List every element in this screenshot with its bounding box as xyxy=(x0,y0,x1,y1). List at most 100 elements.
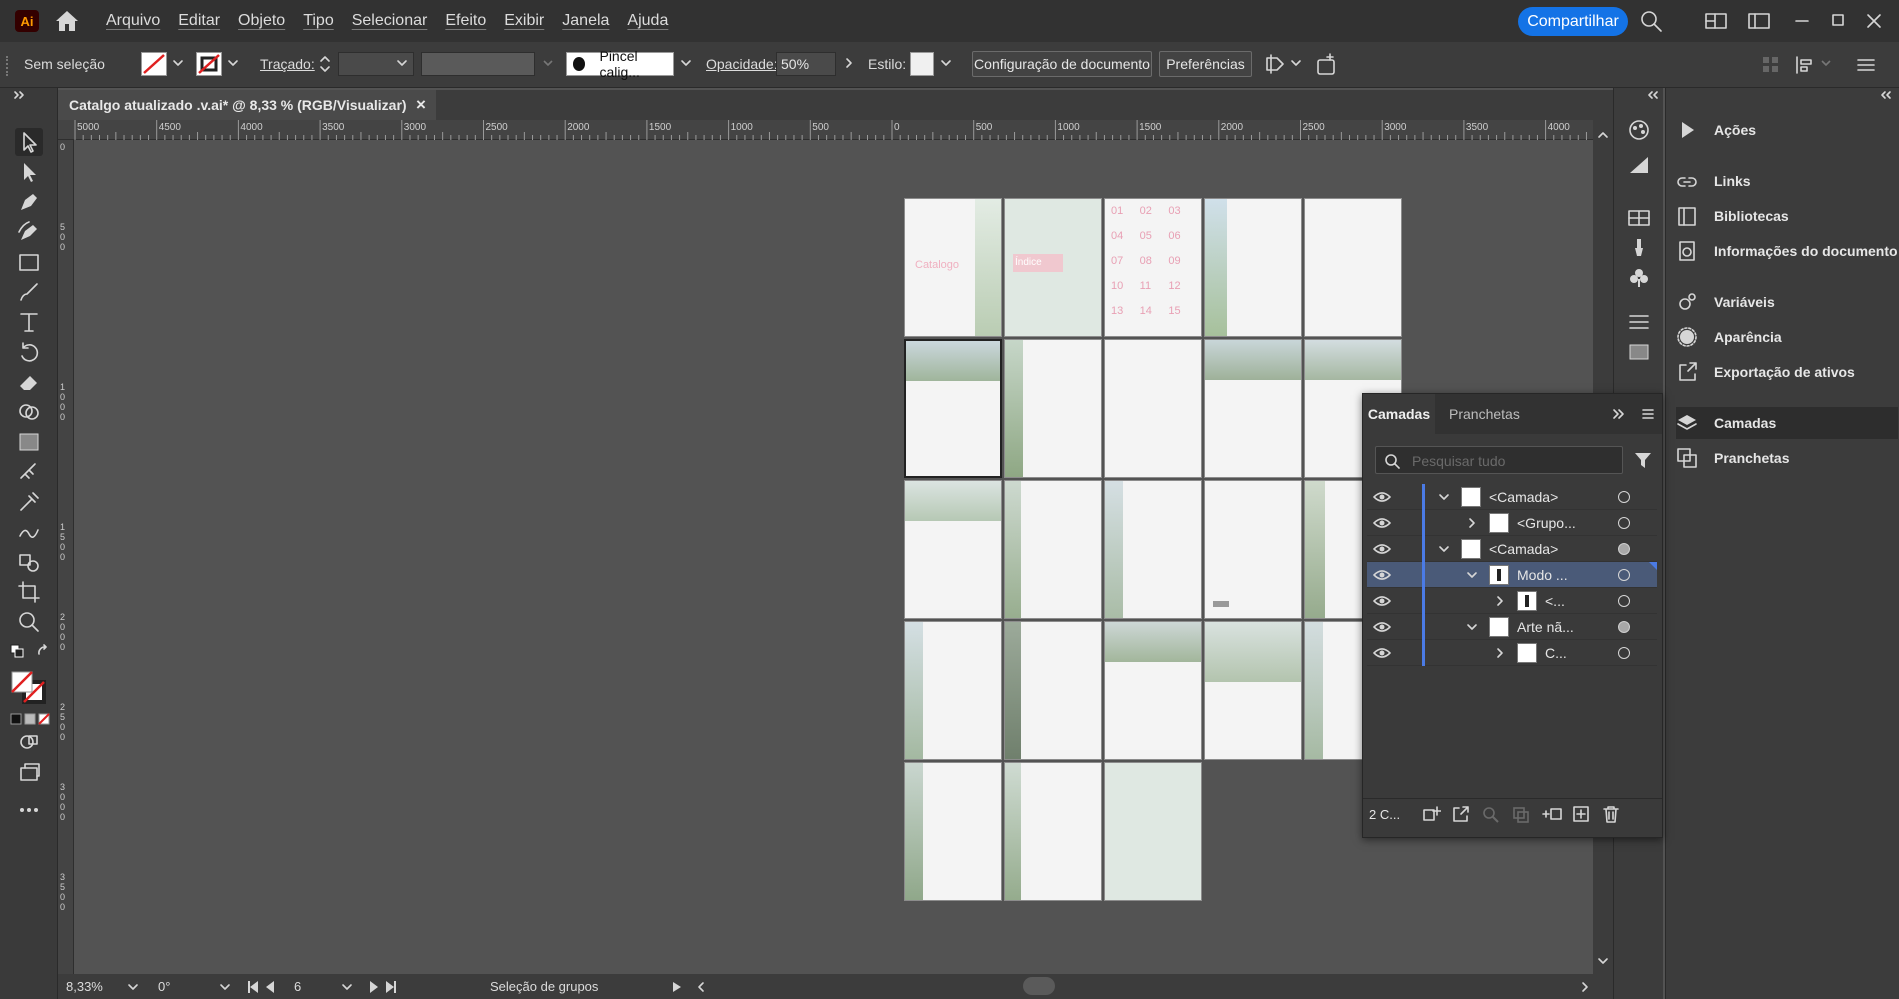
collapse-icon[interactable] xyxy=(1647,90,1659,100)
horizontal-scrollbar-thumb[interactable] xyxy=(1023,977,1055,995)
workspace-icon[interactable] xyxy=(1704,9,1728,33)
type-tool-icon[interactable] xyxy=(15,308,43,336)
more-tools-icon[interactable] xyxy=(15,796,43,824)
layer-row-selected[interactable]: Modo ... xyxy=(1367,562,1657,588)
pen-tool-icon[interactable] xyxy=(15,188,43,216)
scroll-left-icon[interactable] xyxy=(694,980,708,994)
close-window-icon[interactable] xyxy=(1862,9,1886,33)
fill-swatch[interactable] xyxy=(141,52,167,76)
target-circle[interactable] xyxy=(1618,621,1630,633)
artboard-tool-icon[interactable] xyxy=(15,578,43,606)
document-tab[interactable]: Catalgo atualizado .v.ai* @ 8,33 % (RGB/… xyxy=(58,90,436,120)
scroll-up-icon[interactable] xyxy=(1596,128,1610,142)
maximize-icon[interactable] xyxy=(1826,9,1850,33)
zoom-tool-icon[interactable] xyxy=(15,608,43,636)
menu-objeto[interactable]: Objeto xyxy=(238,12,285,30)
menu-arquivo[interactable]: Arquivo xyxy=(106,12,160,30)
gradient-panel-icon[interactable] xyxy=(1626,340,1652,364)
target-circle[interactable] xyxy=(1618,569,1630,581)
target-circle[interactable] xyxy=(1618,543,1630,555)
artboard-page-4[interactable] xyxy=(1204,198,1302,337)
panel-bibliotecas[interactable]: Bibliotecas xyxy=(1676,200,1898,232)
artboard-back-cover[interactable] xyxy=(1104,762,1202,901)
swap-colors-icon[interactable] xyxy=(36,644,50,658)
chevron-down-icon[interactable] xyxy=(395,56,409,70)
layer-row[interactable]: <Camada> xyxy=(1367,484,1657,510)
artboard-page-8[interactable] xyxy=(1104,339,1202,478)
layer-row[interactable]: <Camada> xyxy=(1367,536,1657,562)
paintbrush-tool-icon[interactable] xyxy=(15,278,43,306)
opacity-input[interactable]: 50% xyxy=(776,52,836,76)
menu-tipo[interactable]: Tipo xyxy=(303,12,334,30)
new-layer-icon[interactable] xyxy=(1571,805,1591,823)
close-tab-icon[interactable]: × xyxy=(416,95,426,115)
home-icon[interactable] xyxy=(54,9,80,33)
minimize-icon[interactable] xyxy=(1790,9,1814,33)
color-mode-icons[interactable] xyxy=(10,713,50,725)
panel-variaveis[interactable]: Variáveis xyxy=(1676,286,1898,318)
rectangle-tool-icon[interactable] xyxy=(15,248,43,276)
share-button[interactable]: Compartilhar xyxy=(1518,7,1628,36)
eraser-tool-icon[interactable] xyxy=(15,368,43,396)
target-circle[interactable] xyxy=(1618,595,1630,607)
artboard-cover[interactable]: Catalogo xyxy=(904,198,1002,337)
artboard-page-22[interactable] xyxy=(1004,762,1102,901)
panel-camadas[interactable]: Camadas xyxy=(1676,407,1898,439)
scroll-right-icon[interactable] xyxy=(1578,980,1592,994)
tab-camadas[interactable]: Camadas xyxy=(1363,394,1435,434)
selection-tool-icon[interactable] xyxy=(15,128,43,156)
eyedropper-tool-icon[interactable] xyxy=(15,488,43,516)
panel-links[interactable]: Links xyxy=(1676,165,1898,197)
menu-lines-icon[interactable] xyxy=(1855,54,1877,76)
chevron-down-icon[interactable] xyxy=(1289,56,1303,70)
layer-row[interactable]: <Grupo... xyxy=(1367,510,1657,536)
menu-efeito[interactable]: Efeito xyxy=(445,12,486,30)
target-circle[interactable] xyxy=(1618,517,1630,529)
rotate-tool-icon[interactable] xyxy=(15,338,43,366)
search-icon[interactable] xyxy=(1639,9,1663,33)
stroke-stepper[interactable] xyxy=(318,52,332,76)
brushes-icon[interactable] xyxy=(1626,236,1652,260)
expand-icon[interactable] xyxy=(1611,407,1625,421)
menu-janela[interactable]: Janela xyxy=(562,12,609,30)
variable-width-profile[interactable] xyxy=(421,52,535,76)
layer-row[interactable]: <... xyxy=(1367,588,1657,614)
gradient-tool-icon[interactable] xyxy=(15,428,43,456)
new-sublayer-icon[interactable] xyxy=(1541,805,1563,823)
symbols-icon[interactable] xyxy=(1626,266,1652,290)
default-colors-icon[interactable] xyxy=(10,644,24,658)
chevron-down-icon[interactable] xyxy=(226,56,240,70)
artboard-nav-prev[interactable] xyxy=(246,980,286,994)
swatches-icon[interactable] xyxy=(1626,206,1652,230)
artboard-page-21[interactable] xyxy=(904,762,1002,901)
play-icon[interactable] xyxy=(670,980,684,994)
artboard-index-grid[interactable]: 01 02 03 04 05 06 07 08 09 10 11 12 13 14 15 xyxy=(1104,198,1202,337)
preferences-button[interactable]: Preferências xyxy=(1159,51,1252,77)
panel-info-documento[interactable]: Informações do documento xyxy=(1676,235,1898,267)
target-circle[interactable] xyxy=(1618,647,1630,659)
symbol-sprayer-tool-icon[interactable] xyxy=(15,548,43,576)
style-swatch[interactable] xyxy=(910,52,934,76)
scroll-down-icon[interactable] xyxy=(1596,954,1610,968)
rotation-value[interactable]: 0° xyxy=(158,979,170,994)
artboard-index[interactable]: Índice xyxy=(1004,198,1102,337)
artboard-page-19[interactable] xyxy=(1204,621,1302,760)
draw-mode-icon[interactable] xyxy=(15,728,43,756)
chevron-down-icon[interactable] xyxy=(679,56,693,70)
artboard-page-7[interactable] xyxy=(1004,339,1102,478)
artboard-number[interactable]: 6 xyxy=(294,979,301,994)
color-panel-icon[interactable] xyxy=(1626,118,1652,142)
panel-layout-icon[interactable] xyxy=(1747,9,1771,33)
panel-pranchetas[interactable]: Pranchetas xyxy=(1676,442,1898,474)
chevron-down-icon[interactable] xyxy=(218,980,232,994)
artboard-page-6[interactable] xyxy=(904,339,1002,478)
artboard-page-12[interactable] xyxy=(1004,480,1102,619)
panel-acoes[interactable]: Ações xyxy=(1676,114,1898,146)
shape-builder-tool-icon[interactable] xyxy=(15,398,43,426)
chevron-down-icon[interactable] xyxy=(171,56,185,70)
target-circle[interactable] xyxy=(1618,491,1630,503)
collapse-icon[interactable] xyxy=(1880,90,1892,100)
layer-row[interactable]: C... xyxy=(1367,640,1657,666)
collapse-icon[interactable] xyxy=(12,90,26,100)
artboard-page-18[interactable] xyxy=(1104,621,1202,760)
